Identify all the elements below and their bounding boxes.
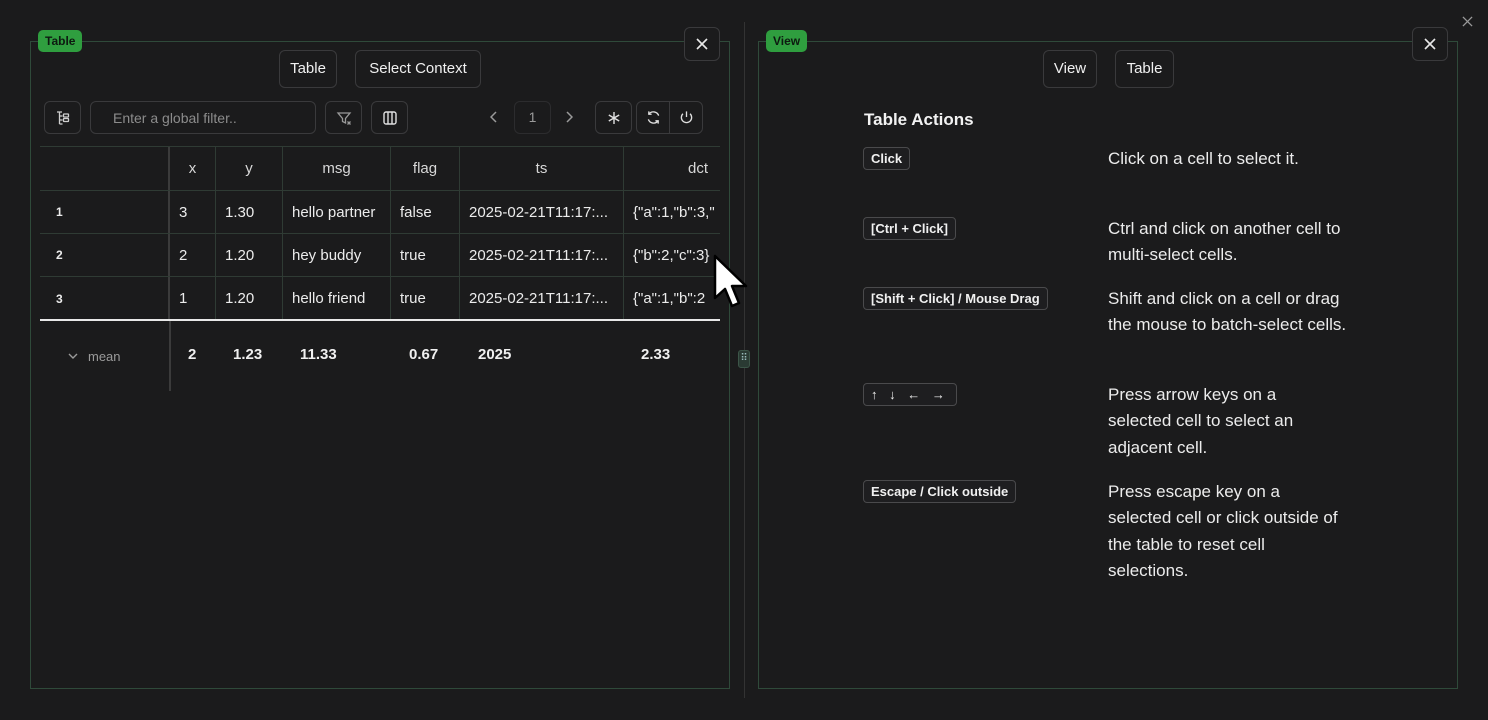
table-cell[interactable]: {"a":1,"b":2 <box>624 277 720 320</box>
aggregate-value-x: 2 <box>188 346 197 363</box>
row-index: 3 <box>40 277 170 320</box>
refresh-icon <box>647 111 659 124</box>
close-icon <box>696 38 708 50</box>
table-header-row: x y msg flag ts dct <box>40 146 720 191</box>
table-panel <box>30 41 730 689</box>
key-hint: Click <box>863 147 911 170</box>
aggregate-value-flag: 0.67 <box>409 346 439 363</box>
table-cell[interactable]: 2 <box>170 234 216 276</box>
aggregate-divider <box>169 321 171 391</box>
table-cell[interactable]: hello friend <box>283 277 391 320</box>
table-cell[interactable]: hey buddy <box>283 234 391 276</box>
table-cell[interactable]: 1.20 <box>216 234 283 276</box>
action-description: Shift and click on a cell or drag the mo… <box>1108 289 1347 335</box>
table-row: 2 2 1.20 hey buddy true 2025-02-21T11:17… <box>40 234 720 277</box>
tree-icon <box>56 110 69 125</box>
filter-icon <box>336 111 351 125</box>
splitter-handle[interactable]: ⠿ <box>738 350 750 368</box>
column-header[interactable]: y <box>216 147 283 190</box>
snowflake-icon <box>607 111 620 124</box>
aggregate-value-dct: 2.33 <box>641 346 671 363</box>
view-panel <box>758 41 1458 689</box>
global-filter-input[interactable] <box>90 101 316 134</box>
column-header[interactable]: ts <box>460 147 624 190</box>
table-cell[interactable]: hello partner <box>283 191 391 233</box>
view-button[interactable]: View <box>1043 50 1097 88</box>
tree-toggle-button[interactable] <box>44 101 81 134</box>
select-context-button[interactable]: Select Context <box>355 50 481 88</box>
aggregate-value-msg: 11.33 <box>300 346 337 363</box>
table-cell[interactable]: 2025-02-21T11:17:... <box>460 234 624 276</box>
action-description: Press arrow keys on a selected cell to s… <box>1108 385 1294 457</box>
table-cell[interactable]: false <box>391 191 460 233</box>
next-page-button[interactable] <box>561 108 577 126</box>
table-row: 3 1 1.20 hello friend true 2025-02-21T11… <box>40 277 720 320</box>
column-header[interactable]: msg <box>283 147 391 190</box>
table-cell[interactable]: 1.30 <box>216 191 283 233</box>
refresh-button[interactable] <box>636 101 670 134</box>
table-cell[interactable]: 2025-02-21T11:17:... <box>460 277 624 320</box>
table-cell[interactable]: 2025-02-21T11:17:... <box>460 191 624 233</box>
key-hint: [Ctrl + Click] <box>863 217 956 240</box>
chevron-down-icon <box>68 353 78 359</box>
chevron-left-icon <box>490 111 497 123</box>
key-hint: Escape / Click outside <box>863 480 1017 503</box>
previous-page-button[interactable] <box>486 108 502 126</box>
table-cell[interactable]: 1 <box>170 277 216 320</box>
freeze-button[interactable] <box>595 101 632 134</box>
column-header[interactable]: x <box>170 147 216 190</box>
close-icon <box>1424 38 1436 50</box>
table-cell[interactable]: 3 <box>170 191 216 233</box>
row-index: 1 <box>40 191 170 233</box>
columns-icon <box>382 110 397 125</box>
aggregate-value-ts: 2025 <box>478 346 512 363</box>
table-button[interactable]: Table <box>279 50 337 88</box>
table-cell[interactable]: true <box>391 234 460 276</box>
columns-button[interactable] <box>371 101 408 134</box>
table-bottom-border <box>40 319 720 321</box>
column-header[interactable]: flag <box>391 147 460 190</box>
action-description: Click on a cell to select it. <box>1108 149 1299 168</box>
power-icon <box>680 111 692 124</box>
aggregate-label: mean <box>88 349 121 364</box>
filter-button[interactable] <box>325 101 362 134</box>
power-button[interactable] <box>669 101 703 134</box>
close-view-panel-button[interactable] <box>1412 27 1448 61</box>
table-cell[interactable]: {"b":2,"c":3} <box>624 234 720 276</box>
close-table-panel-button[interactable] <box>684 27 720 61</box>
table-cell[interactable]: {"a":1,"b":3," <box>624 191 720 233</box>
aggregate-selector[interactable]: mean <box>68 349 121 364</box>
aggregate-value-y: 1.23 <box>233 346 263 363</box>
close-icon <box>1461 15 1473 27</box>
action-description: Press escape key on a selected cell or c… <box>1108 482 1338 580</box>
page-number[interactable]: 1 <box>514 101 551 134</box>
index-column-header <box>40 147 170 190</box>
column-header[interactable]: dct <box>624 147 720 190</box>
key-hint: [Shift + Click] / Mouse Drag <box>863 287 1048 310</box>
table-actions-title: Table Actions <box>864 110 974 129</box>
mouse-cursor-icon <box>713 254 748 308</box>
chevron-right-icon <box>566 111 573 123</box>
close-window-button[interactable] <box>1458 12 1476 30</box>
table-badge: Table <box>38 30 83 52</box>
table-button[interactable]: Table <box>1115 50 1174 88</box>
table-row: 1 3 1.30 hello partner false 2025-02-21T… <box>40 191 720 234</box>
view-badge: View <box>766 30 808 52</box>
table-cell[interactable]: 1.20 <box>216 277 283 320</box>
action-description: Ctrl and click on another cell to multi-… <box>1108 219 1341 265</box>
table-cell[interactable]: true <box>391 277 460 320</box>
arrow-keys-hint: ↑ ↓ ← → <box>863 383 957 406</box>
row-index: 2 <box>40 234 170 276</box>
